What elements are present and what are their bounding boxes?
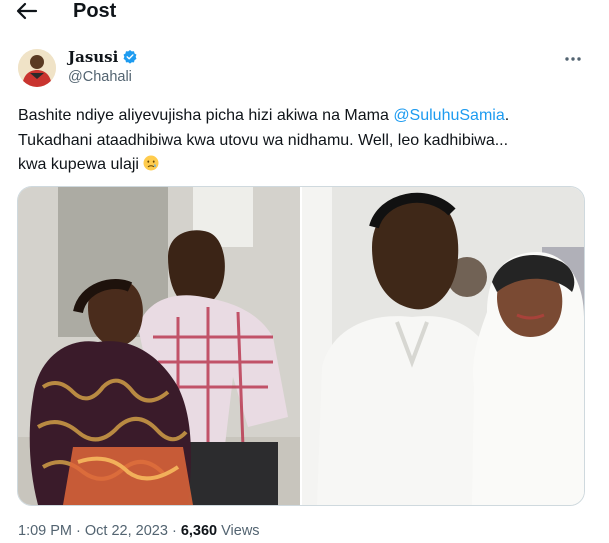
post-time[interactable]: 1:09 PM: [18, 523, 72, 539]
tweet-text-segment: .: [504, 107, 510, 124]
tweet-line-1: Bashite ndiye aliyevujisha picha hizi ak…: [18, 104, 593, 129]
author-handle[interactable]: @Chahali: [68, 68, 132, 86]
tweet-text: Bashite ndiye aliyevujisha picha hizi ak…: [18, 104, 593, 178]
mention-link[interactable]: @SuluhuSamia: [393, 107, 504, 124]
verified-badge-icon: [123, 50, 137, 64]
tweet-line-3: kwa kupewa ulaji: [18, 153, 593, 178]
views-count: 6,360: [180, 523, 218, 539]
views-label: Views: [217, 523, 260, 539]
post-metadata: 1:09 PM · Oct 22, 2023 · 6,360 Views: [18, 522, 260, 540]
arrow-left-icon[interactable]: [14, 0, 40, 22]
avatar[interactable]: [18, 49, 56, 87]
author-name-row[interactable]: Jasusi: [68, 48, 138, 66]
crying-face-icon: [143, 155, 159, 171]
meta-separator: ·: [72, 523, 85, 539]
photo-left[interactable]: [18, 187, 300, 505]
tweet-text-segment: kwa kupewa ulaji: [18, 156, 144, 173]
media-grid: [17, 186, 585, 506]
display-name[interactable]: Jasusi: [68, 48, 118, 66]
meta-separator: ·: [167, 523, 181, 539]
post-date[interactable]: Oct 22, 2023: [85, 523, 168, 539]
avatar-image: [18, 49, 56, 87]
page-title: Post: [73, 0, 117, 22]
tweet-line-2: Tukadhani ataadhibiwa kwa utovu wa nidha…: [18, 131, 509, 149]
photo-right[interactable]: [302, 187, 584, 505]
top-bar: Post: [0, 0, 609, 24]
more-options-icon[interactable]: [561, 49, 585, 69]
tweet-text-segment: Bashite ndiye aliyevujisha picha hizi ak…: [18, 107, 394, 124]
